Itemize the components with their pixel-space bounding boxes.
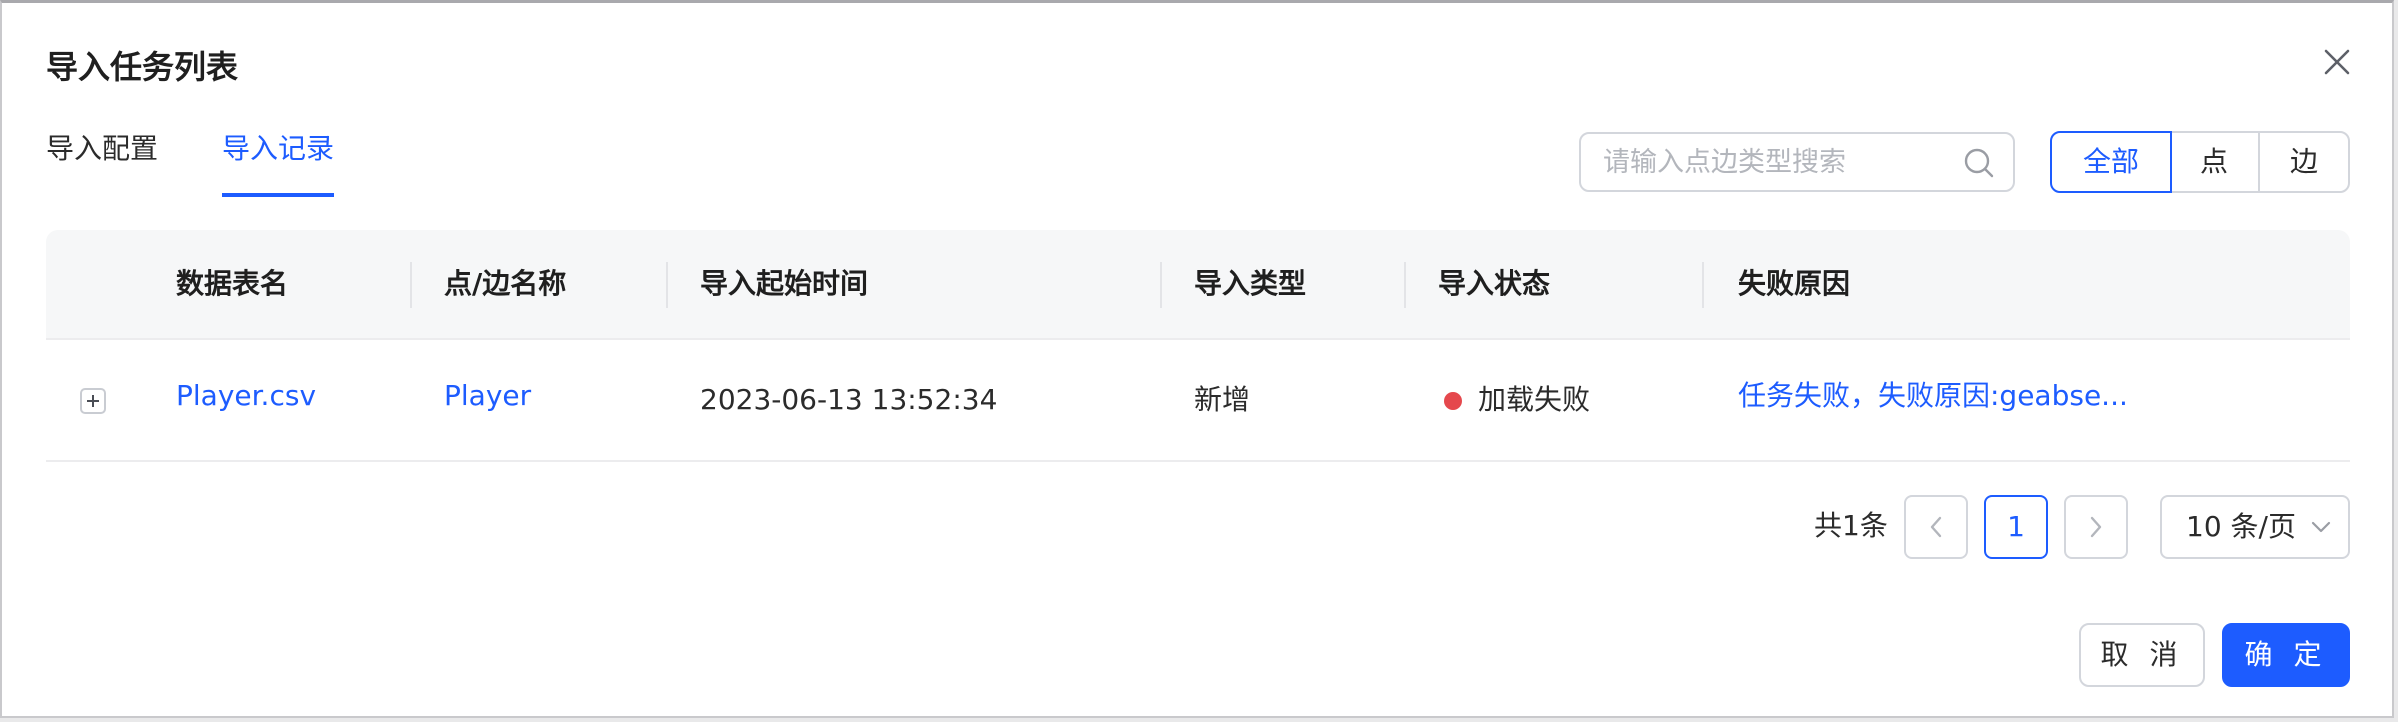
filter-all-button[interactable]: 全部	[2050, 131, 2172, 193]
column-divider	[666, 262, 668, 308]
pagination-total: 共1条	[1814, 509, 1888, 542]
chevron-left-icon	[1930, 516, 1942, 538]
filter-vertex-button[interactable]: 点	[2168, 131, 2260, 193]
active-tab-indicator	[222, 193, 334, 197]
table-header: 数据表名 点/边名称 导入起始时间 导入类型 导入状态 失败原因	[46, 230, 2350, 340]
column-header-table-name: 数据表名	[176, 267, 289, 300]
chevron-down-icon	[2310, 517, 2332, 537]
cancel-button[interactable]: 取 消	[2079, 623, 2205, 687]
page-size-select[interactable]: 10 条/页	[2160, 495, 2350, 559]
confirm-button[interactable]: 确 定	[2222, 623, 2350, 687]
column-header-status: 导入状态	[1438, 267, 1551, 300]
page-size-value: 10 条/页	[2186, 510, 2296, 543]
tab-import-records[interactable]: 导入记录	[222, 129, 334, 169]
tab-import-config[interactable]: 导入配置	[46, 129, 158, 169]
search-box	[1579, 132, 2015, 192]
column-divider	[1702, 262, 1704, 308]
fail-reason-link[interactable]: 任务失败，失败原因:geabse...	[1738, 340, 2128, 460]
table-name-link[interactable]: Player.csv	[176, 340, 316, 460]
import-task-dialog: 导入任务列表 导入配置 导入记录 全部 点 边 数据表名 点/边名称 导入起始时…	[0, 0, 2394, 718]
entity-name-link[interactable]: Player	[444, 340, 531, 460]
close-icon[interactable]	[2320, 45, 2354, 79]
filter-edge-button[interactable]: 边	[2258, 131, 2350, 193]
start-time-cell: 2023-06-13 13:52:34	[700, 383, 998, 416]
page-number-button[interactable]: 1	[1984, 495, 2048, 559]
import-type-cell: 新增	[1194, 383, 1251, 416]
column-divider	[410, 262, 412, 308]
status-cell: 加载失败	[1478, 383, 1591, 416]
column-divider	[1160, 262, 1162, 308]
column-header-start-time: 导入起始时间	[700, 267, 869, 300]
column-header-import-type: 导入类型	[1194, 267, 1307, 300]
dialog-title: 导入任务列表	[46, 48, 239, 86]
column-header-entity-name: 点/边名称	[444, 267, 567, 300]
prev-page-button[interactable]	[1904, 495, 1968, 559]
status-dot	[1444, 392, 1462, 410]
table-row: Player.csv Player 2023-06-13 13:52:34 新增…	[46, 340, 2350, 462]
search-icon[interactable]	[1963, 147, 1995, 179]
column-divider	[1404, 262, 1406, 308]
chevron-right-icon	[2090, 516, 2102, 538]
next-page-button[interactable]	[2064, 495, 2128, 559]
column-header-fail-reason: 失败原因	[1738, 267, 1851, 300]
expand-row-icon[interactable]	[80, 388, 106, 414]
search-input[interactable]	[1603, 134, 1943, 190]
